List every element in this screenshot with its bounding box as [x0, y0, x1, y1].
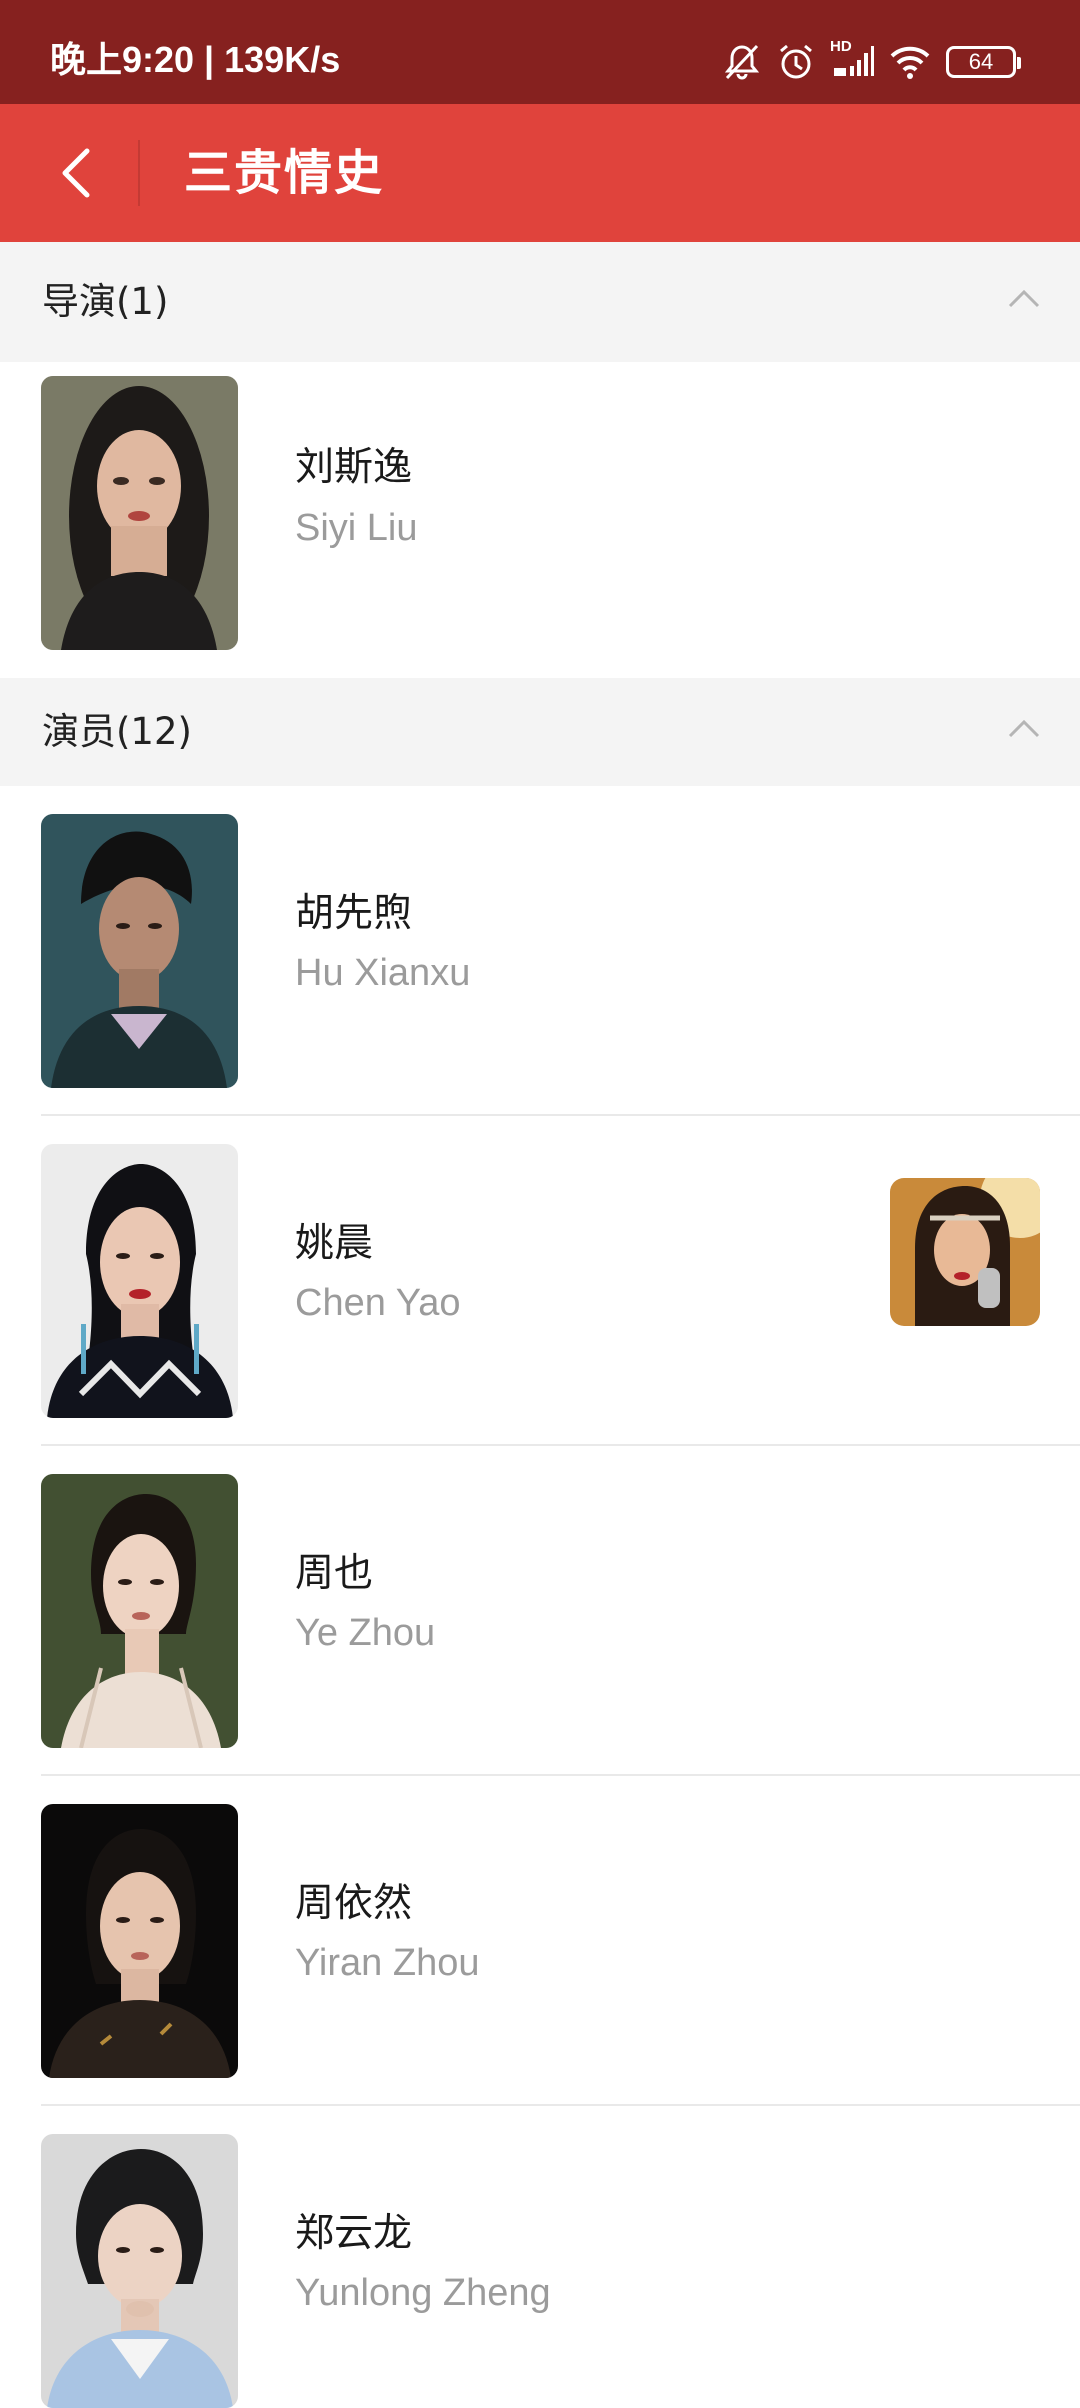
section-header-director[interactable]: 导演(1)	[0, 242, 1080, 362]
section-title: 演员(12)	[42, 710, 192, 753]
app-bar-divider	[138, 140, 140, 206]
character-thumbnail[interactable]	[890, 1178, 1040, 1326]
person-name-cn: 刘斯逸	[295, 445, 413, 490]
page-title: 三贵情史	[184, 145, 385, 201]
person-photo	[41, 1474, 238, 1748]
person-name-cn: 姚晨	[295, 1221, 374, 1266]
bell-off-icon	[722, 42, 762, 82]
person-name-en: Siyi Liu	[295, 507, 418, 549]
section-header-actors[interactable]: 演员(12)	[0, 678, 1080, 786]
chevron-up-icon	[1008, 289, 1040, 308]
list-item-director[interactable]: 刘斯逸 Siyi Liu	[0, 362, 1080, 678]
status-time: 晚上9:20 | 139K/s	[50, 39, 341, 80]
battery-level: 64	[968, 49, 994, 74]
app-bar: 三贵情史	[0, 104, 1080, 242]
list-item-actor[interactable]: 周也 Ye Zhou	[0, 1446, 1080, 1776]
person-name-en: Ye Zhou	[295, 1612, 436, 1654]
section-title: 导演(1)	[42, 280, 169, 323]
alarm-icon	[776, 42, 816, 82]
person-photo	[41, 814, 238, 1088]
person-name-en: Chen Yao	[295, 1282, 461, 1324]
person-name-cn: 胡先煦	[295, 891, 413, 936]
cast-list: 导演(1) 刘斯逸 Siyi Liu 演员(12) 胡先煦 Hu Xianxu …	[0, 242, 1080, 2408]
person-name-en: Yiran Zhou	[295, 1942, 480, 1984]
person-photo	[41, 1144, 238, 1418]
battery-icon: 64	[946, 46, 1021, 78]
person-photo	[41, 376, 238, 650]
signal-icon: HD	[830, 38, 874, 80]
list-item-actor[interactable]: 周依然 Yiran Zhou	[0, 1776, 1080, 2106]
back-button[interactable]	[30, 128, 120, 218]
person-name-en: Yunlong Zheng	[295, 2272, 551, 2314]
person-name-cn: 周也	[295, 1551, 374, 1596]
signal-hd-label: HD	[830, 38, 852, 55]
person-name-cn: 郑云龙	[295, 2211, 413, 2256]
list-item-actor[interactable]: 姚晨 Chen Yao	[0, 1116, 1080, 1446]
person-photo	[41, 1804, 238, 2078]
wifi-icon	[888, 44, 932, 80]
person-photo	[41, 2134, 238, 2408]
list-item-actor[interactable]: 郑云龙 Yunlong Zheng	[0, 2106, 1080, 2408]
person-name-en: Hu Xianxu	[295, 952, 471, 994]
status-bar: 晚上9:20 | 139K/s HD 64	[0, 0, 1080, 104]
status-icons: HD 64	[722, 38, 1021, 86]
chevron-up-icon	[1008, 719, 1040, 738]
chevron-left-icon	[62, 148, 90, 198]
list-item-actor[interactable]: 胡先煦 Hu Xianxu	[0, 786, 1080, 1116]
person-name-cn: 周依然	[295, 1881, 413, 1926]
